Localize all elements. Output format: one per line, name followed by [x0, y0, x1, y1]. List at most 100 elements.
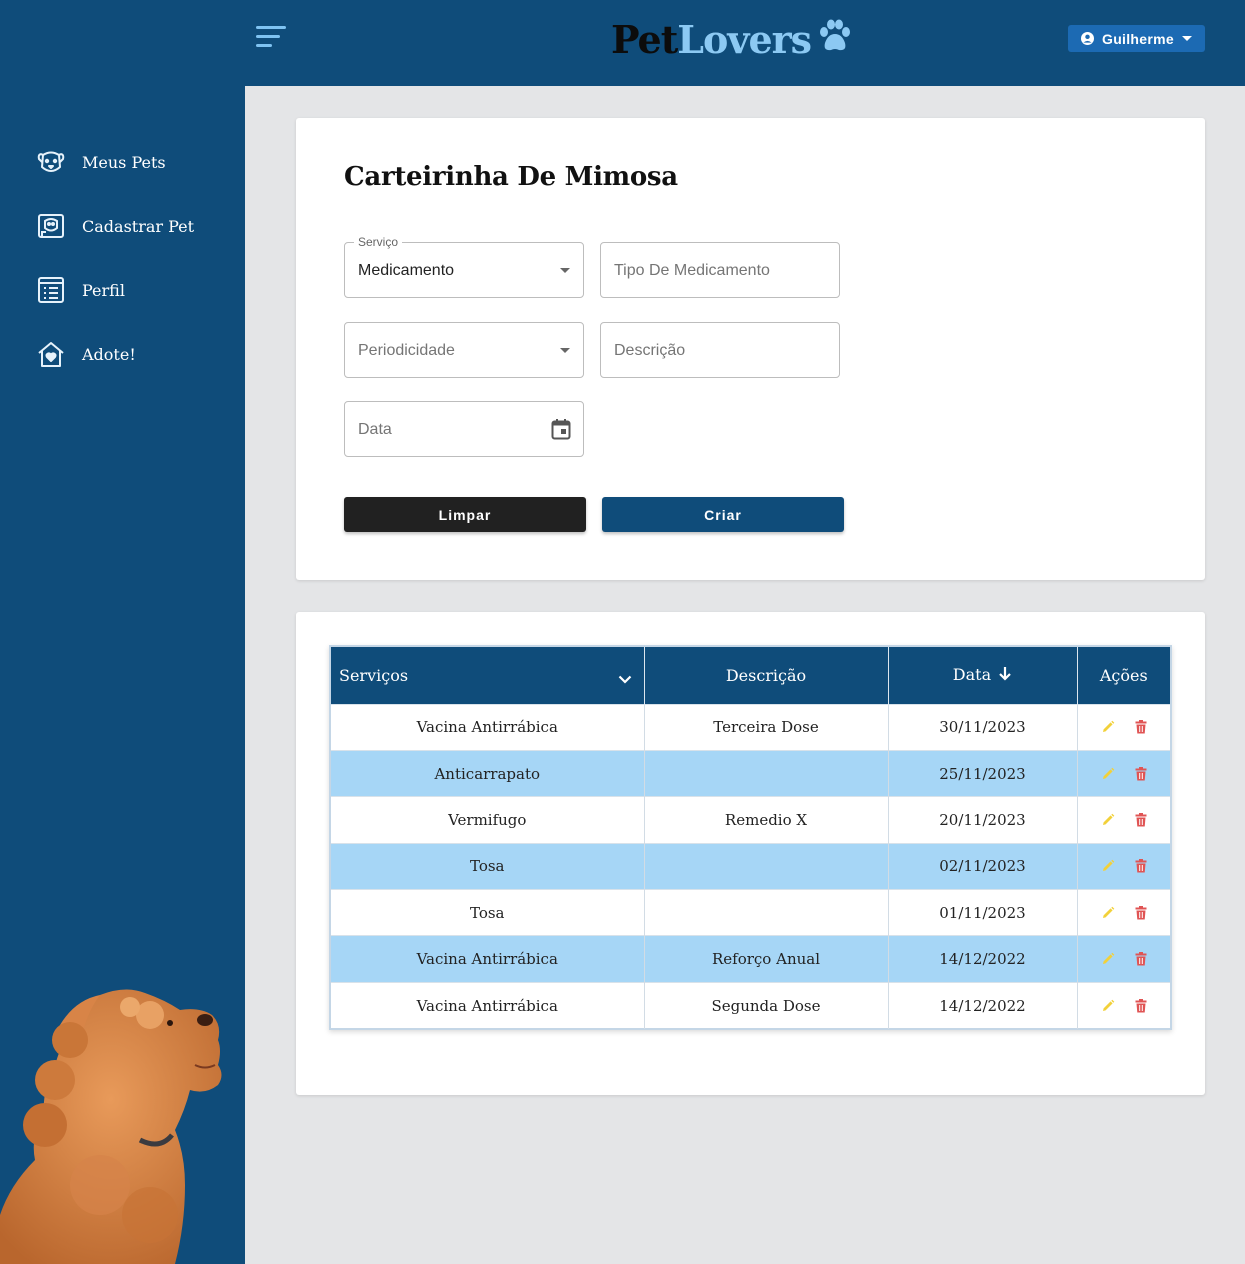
cell-servico: Tosa: [331, 889, 645, 936]
table-row: Vacina Antirrábica Segunda Dose 14/12/2022: [331, 981, 1171, 1029]
delete-trash-icon[interactable]: [1135, 859, 1147, 873]
table-row: Tosa 01/11/2023: [331, 889, 1170, 936]
column-header-acoes: Ações: [1077, 647, 1170, 704]
table-row: Anticarrapato 25/11/2023: [331, 749, 1171, 797]
delete-trash-icon[interactable]: [1135, 812, 1147, 827]
dog-face-icon: [35, 146, 67, 178]
vaccination-card-form: Carteirinha De Mimosa Serviço Medicament…: [296, 118, 1205, 580]
servico-select[interactable]: Serviço Medicamento: [344, 235, 584, 298]
sidebar-item-label: Adote!: [82, 344, 136, 364]
delete-trash-icon[interactable]: [1135, 766, 1147, 781]
cell-descricao: [644, 842, 889, 890]
sidebar-item-label: Cadastrar Pet: [82, 216, 195, 236]
cell-servico: Vacina Antirrábica: [331, 981, 645, 1029]
caret-down-icon: [1181, 36, 1192, 41]
table-row: Vacina Antirrábica Reforço Anual 14/12/202…: [331, 935, 1171, 983]
edit-pencil-icon[interactable]: [1101, 720, 1115, 734]
sidebar: Meus Pets Cadastrar Pet Perfil Adote!: [0, 0, 245, 1264]
row-actions: [1078, 859, 1171, 873]
poodle-dog-image: [0, 989, 222, 1264]
cell-descricao: Segunda Dose: [644, 981, 889, 1029]
cell-descricao: Reforço Anual: [644, 935, 889, 983]
dropdown-arrow-icon: [560, 348, 570, 353]
cell-servico: Vacina Antirrábica: [331, 703, 645, 751]
row-actions: [1078, 998, 1171, 1013]
heart-house-icon: [35, 338, 67, 370]
table-header-row: Serviços Descrição Data Ações: [331, 647, 1170, 704]
row-actions: [1078, 812, 1171, 827]
clear-button[interactable]: Limpar: [344, 497, 586, 532]
sort-arrow-down-icon[interactable]: [998, 666, 1012, 685]
cell-acoes: [1077, 981, 1171, 1029]
descricao-field[interactable]: Descrição: [600, 322, 840, 378]
cell-data: 14/12/2022: [888, 981, 1078, 1029]
cell-descricao: [644, 889, 889, 936]
menu-toggle-icon[interactable]: [256, 26, 286, 50]
cell-descricao: Terceira Dose: [644, 703, 889, 751]
cell-data: 20/11/2023: [888, 796, 1078, 844]
edit-pencil-icon[interactable]: [1101, 813, 1115, 827]
user-menu-button[interactable]: Guilherme: [1068, 25, 1205, 52]
cell-servico: Tosa: [331, 842, 645, 890]
edit-pencil-icon[interactable]: [1101, 767, 1115, 781]
calendar-icon[interactable]: [551, 418, 571, 445]
cell-data: 25/11/2023: [888, 749, 1078, 797]
cell-descricao: [644, 749, 889, 797]
create-button[interactable]: Criar: [602, 497, 844, 532]
cell-acoes: [1077, 703, 1171, 751]
servico-label: Serviço: [354, 235, 403, 249]
cell-descricao: Remedio X: [644, 796, 889, 844]
row-actions: [1078, 952, 1171, 966]
delete-trash-icon[interactable]: [1135, 720, 1147, 734]
delete-trash-icon[interactable]: [1135, 905, 1147, 920]
periodicidade-select[interactable]: Periodicidade: [344, 322, 584, 378]
tipo-medicamento-field[interactable]: Tipo De Medicamento: [600, 242, 840, 298]
edit-pencil-icon[interactable]: [1101, 859, 1115, 873]
data-placeholder: Data: [358, 421, 392, 438]
cell-servico: Vermifugo: [331, 796, 645, 844]
cell-data: 14/12/2022: [888, 935, 1078, 983]
chevron-down-icon[interactable]: [618, 669, 632, 688]
sidebar-item-meus-pets[interactable]: Meus Pets: [0, 130, 245, 194]
column-header-label: Data: [952, 665, 992, 685]
sidebar-item-perfil[interactable]: Perfil: [0, 258, 245, 322]
row-actions: [1078, 720, 1171, 734]
edit-pencil-icon[interactable]: [1101, 952, 1115, 966]
paw-icon: [817, 17, 853, 62]
sidebar-item-label: Meus Pets: [82, 152, 166, 172]
app-logo: Pet Lovers: [611, 14, 853, 64]
logo-text-lovers: Lovers: [677, 16, 812, 62]
services-table: Serviços Descrição Data Ações Vacina Ant…: [331, 647, 1170, 1029]
column-header-descricao[interactable]: Descrição: [644, 647, 889, 704]
column-header-servicos[interactable]: Serviços: [331, 647, 645, 704]
delete-trash-icon[interactable]: [1135, 952, 1147, 966]
cell-acoes: [1077, 796, 1171, 844]
edit-pencil-icon[interactable]: [1101, 999, 1115, 1013]
periodicidade-placeholder: Periodicidade: [358, 342, 455, 359]
column-header-label: Serviços: [339, 665, 409, 685]
table-row: Tosa 02/11/2023: [331, 842, 1171, 890]
data-field[interactable]: Data: [344, 401, 584, 457]
cell-acoes: [1077, 889, 1170, 936]
profile-card-icon: [35, 274, 67, 306]
pet-photo-icon: [35, 210, 67, 242]
delete-trash-icon[interactable]: [1135, 998, 1147, 1013]
page-title: Carteirinha De Mimosa: [344, 162, 678, 192]
cell-acoes: [1077, 749, 1171, 797]
column-header-data[interactable]: Data: [888, 647, 1078, 704]
sidebar-item-adote[interactable]: Adote!: [0, 322, 245, 386]
cell-data: 01/11/2023: [888, 889, 1078, 936]
row-actions: [1078, 766, 1171, 781]
cell-acoes: [1077, 935, 1171, 983]
services-table-wrapper: Serviços Descrição Data Ações Vacina Ant…: [329, 645, 1172, 1030]
sidebar-item-label: Perfil: [82, 280, 125, 300]
tipo-medicamento-placeholder: Tipo De Medicamento: [614, 262, 770, 279]
cell-servico: Vacina Antirrábica: [331, 935, 645, 983]
sidebar-nav: Meus Pets Cadastrar Pet Perfil Adote!: [0, 130, 245, 386]
cell-data: 30/11/2023: [888, 703, 1078, 751]
column-header-label: Descrição: [725, 665, 807, 685]
table-row: Vacina Antirrábica Terceira Dose 30/11/202…: [331, 703, 1171, 751]
sidebar-item-cadastrar-pet[interactable]: Cadastrar Pet: [0, 194, 245, 258]
user-name: Guilherme: [1102, 30, 1174, 47]
edit-pencil-icon[interactable]: [1101, 906, 1115, 920]
